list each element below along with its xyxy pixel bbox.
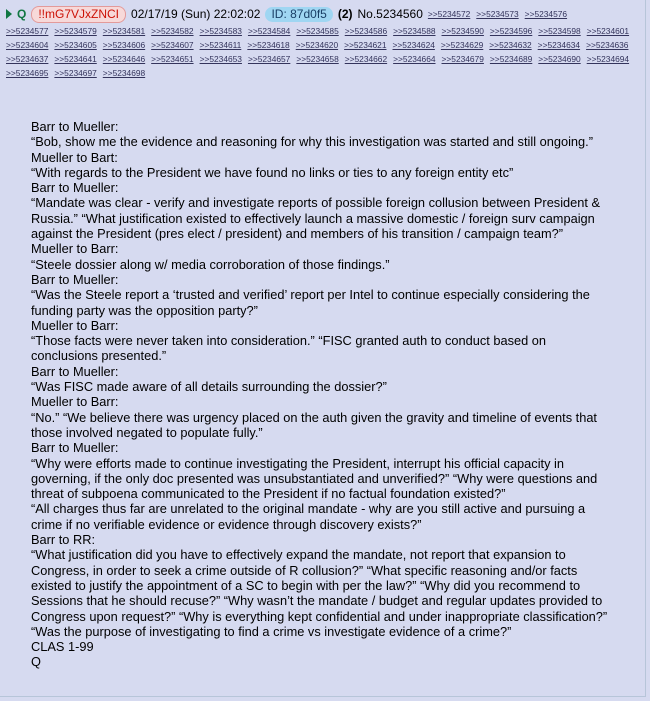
message-line: Mueller to Barr: (31, 317, 119, 333)
message-line: “Why were efforts made to continue inves… (31, 455, 601, 502)
tripcode: !!mG7VJxZNCI (31, 5, 127, 23)
backlink[interactable]: >>5234605 (54, 39, 96, 52)
message-line: Barr to Mueller: (31, 119, 119, 134)
post-header: Q !!mG7VJxZNCI 02/17/19 (Sun) 22:02:02 I… (0, 0, 645, 80)
backlink[interactable]: >>5234581 (103, 25, 145, 38)
post-number[interactable]: No.5234560 (358, 7, 423, 21)
backlink[interactable]: >>5234624 (393, 39, 435, 52)
message-line: Barr to Mueller: (31, 440, 119, 456)
backlink[interactable]: >>5234632 (489, 39, 531, 52)
post-arrow-icon[interactable] (6, 9, 12, 19)
backlink[interactable]: >>5234662 (345, 53, 387, 66)
backlink[interactable]: >>5234629 (441, 39, 483, 52)
backlink[interactable]: >>5234586 (345, 25, 387, 38)
poster-name: Q (17, 6, 27, 21)
message-line: Q (31, 654, 41, 670)
backlink[interactable]: >>5234601 (587, 25, 629, 38)
backlink[interactable]: >>5234588 (393, 25, 435, 38)
backlink[interactable]: >>5234573 (476, 8, 518, 21)
message-line: Barr to Mueller: (31, 180, 119, 196)
backlink[interactable]: >>5234598 (538, 25, 580, 38)
backlink[interactable]: >>5234695 (6, 67, 48, 80)
backlink[interactable]: >>5234641 (54, 53, 96, 66)
message-line: Mueller to Bart: (31, 149, 118, 165)
backlink[interactable]: >>5234606 (103, 39, 145, 52)
backlink[interactable]: >>5234584 (248, 25, 290, 38)
backlink[interactable]: >>5234637 (6, 53, 48, 66)
post-header-row: Q !!mG7VJxZNCI 02/17/19 (Sun) 22:02:02 I… (6, 4, 639, 24)
backlink[interactable]: >>5234583 (200, 25, 242, 38)
backlink[interactable]: >>5234590 (442, 25, 484, 38)
message-line: CLAS 1-99 (31, 639, 94, 655)
message-line: Barr to Mueller: (31, 271, 119, 287)
backlink[interactable]: >>5234572 (428, 8, 470, 21)
backlink[interactable]: >>5234657 (248, 53, 290, 66)
message-line: “Mandate was clear - verify and investig… (31, 195, 604, 242)
backlink[interactable]: >>5234604 (6, 39, 48, 52)
poster-id[interactable]: ID: 87d0f5 (265, 6, 333, 22)
backlink[interactable]: >>5234634 (538, 39, 580, 52)
message-line: “All charges thus far are unrelated to t… (31, 501, 589, 532)
backlink[interactable]: >>5234577 (6, 25, 48, 38)
backlink[interactable]: >>5234651 (151, 53, 193, 66)
backlink[interactable]: >>5234576 (525, 8, 567, 21)
backlink[interactable]: >>5234679 (442, 53, 484, 66)
message-line: “Bob, show me the evidence and reasoning… (31, 134, 593, 150)
post-message: Barr to Mueller: “Bob, show me the eviden… (31, 119, 611, 670)
backlink[interactable]: >>5234653 (200, 53, 242, 66)
backlink[interactable]: >>5234658 (296, 53, 338, 66)
backlink[interactable]: >>5234694 (587, 53, 629, 66)
backlink[interactable]: >>5234607 (151, 39, 193, 52)
message-line: “What justification did you have to effe… (31, 547, 611, 639)
post-date: 02/17/19 (Sun) 22:02:02 (131, 6, 261, 21)
backlink[interactable]: >>5234620 (296, 39, 338, 52)
backlink[interactable]: >>5234646 (103, 53, 145, 66)
backlink[interactable]: >>5234585 (296, 25, 338, 38)
backlink[interactable]: >>5234621 (344, 39, 386, 52)
backlink[interactable]: >>5234596 (490, 25, 532, 38)
message-line: Mueller to Barr: (31, 241, 119, 257)
backlink[interactable]: >>5234636 (586, 39, 628, 52)
message-line: “No.” “We believe there was urgency plac… (31, 409, 601, 440)
backlink[interactable]: >>5234690 (538, 53, 580, 66)
post-container: Q !!mG7VJxZNCI 02/17/19 (Sun) 22:02:02 I… (0, 0, 646, 697)
reply-count: (2) (337, 6, 353, 21)
message-line: “Steele dossier along w/ media corrobora… (31, 256, 390, 272)
backlink[interactable]: >>5234698 (103, 67, 145, 80)
backlink[interactable]: >>5234582 (151, 25, 193, 38)
backlink[interactable]: >>5234618 (247, 39, 289, 52)
message-line: “Those facts were never taken into consi… (31, 333, 550, 364)
message-line: Mueller to Barr: (31, 394, 119, 410)
message-line: “Was FISC made aware of all details surr… (31, 379, 387, 395)
backlink[interactable]: >>5234579 (54, 25, 96, 38)
backlink[interactable]: >>5234664 (393, 53, 435, 66)
backlink[interactable]: >>5234611 (200, 39, 242, 52)
backlink[interactable]: >>5234689 (490, 53, 532, 66)
backlink[interactable]: >>5234697 (54, 67, 96, 80)
message-line: Barr to RR: (31, 532, 95, 548)
first-row-backlinks: >>5234572 >>5234573 >>5234576 (428, 7, 573, 21)
message-line: Barr to Mueller: (31, 363, 119, 379)
message-line: “Was the Steele report a ‘trusted and ve… (31, 287, 594, 318)
backlinks: >>5234577 >>5234579 >>5234581 >>5234582 >>52… (6, 24, 639, 80)
message-line: “With regards to the President we have f… (31, 164, 514, 180)
